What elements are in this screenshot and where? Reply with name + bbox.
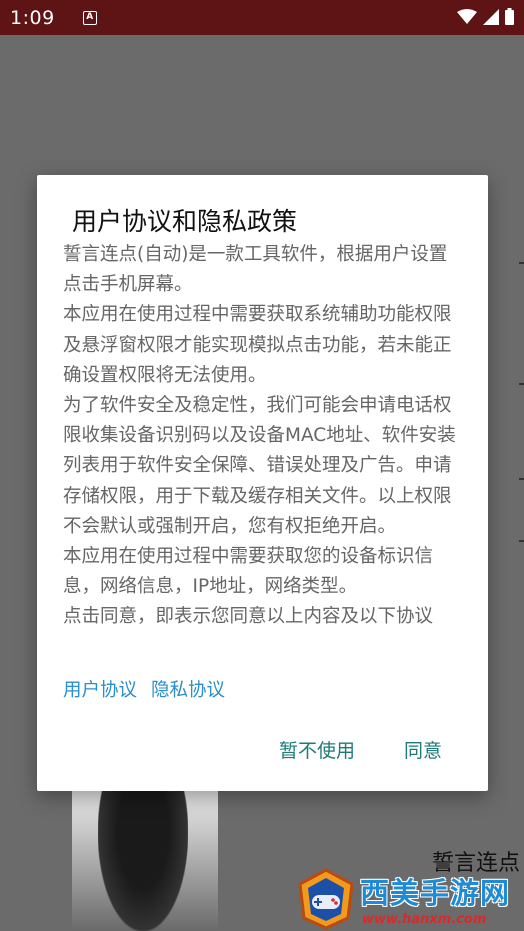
user-agreement-link[interactable]: 用户协议 bbox=[63, 680, 137, 701]
dialog-paragraph: 本应用在使用过程中需要获取您的设备标识信息，网络信息，IP地址，网络类型。 bbox=[63, 546, 434, 598]
watermark-url: www.hanxm.com bbox=[362, 912, 487, 927]
dialog-title: 用户协议和隐私政策 bbox=[72, 207, 298, 236]
edge-mark bbox=[519, 262, 524, 264]
privacy-dialog: 用户协议和隐私政策 誓言连点(自动)是一款工具软件，根据用户设置点击手机屏幕。 … bbox=[37, 175, 488, 791]
status-time: 1:09 bbox=[10, 6, 55, 29]
battery-icon bbox=[505, 8, 514, 25]
watermark-brand: 西美手游网 bbox=[360, 876, 511, 910]
dialog-paragraph: 点击同意，即表示您同意以上内容及以下协议 bbox=[63, 606, 434, 628]
dialog-paragraph: 为了软件安全及稳定性，我们可能会申请电话权限收集设备识别码以及设备MAC地址、软… bbox=[63, 395, 456, 537]
status-bar: 1:09 A bbox=[0, 0, 524, 35]
background-avatar-image bbox=[72, 790, 218, 931]
edge-mark bbox=[519, 478, 524, 480]
notification-a-icon: A bbox=[82, 10, 97, 25]
dialog-paragraph: 本应用在使用过程中需要获取系统辅助功能权限及悬浮窗权限才能实现模拟点击功能，若未… bbox=[63, 304, 452, 386]
agreement-links: 用户协议 隐私协议 bbox=[63, 676, 225, 706]
gamepad-logo-icon bbox=[298, 868, 354, 930]
signal-icon bbox=[483, 8, 499, 25]
agree-button[interactable]: 同意 bbox=[404, 736, 442, 763]
privacy-policy-link[interactable]: 隐私协议 bbox=[151, 680, 225, 701]
wifi-icon bbox=[457, 8, 477, 24]
edge-mark bbox=[519, 383, 524, 385]
decline-button[interactable]: 暂不使用 bbox=[279, 736, 355, 763]
edge-mark bbox=[519, 540, 524, 542]
watermark: 西美手游网 www.hanxm.com bbox=[296, 868, 524, 931]
status-icons bbox=[457, 8, 514, 25]
dialog-paragraph: 誓言连点(自动)是一款工具软件，根据用户设置点击手机屏幕。 bbox=[63, 244, 448, 296]
dialog-body: 誓言连点(自动)是一款工具软件，根据用户设置点击手机屏幕。 本应用在使用过程中需… bbox=[63, 240, 458, 633]
